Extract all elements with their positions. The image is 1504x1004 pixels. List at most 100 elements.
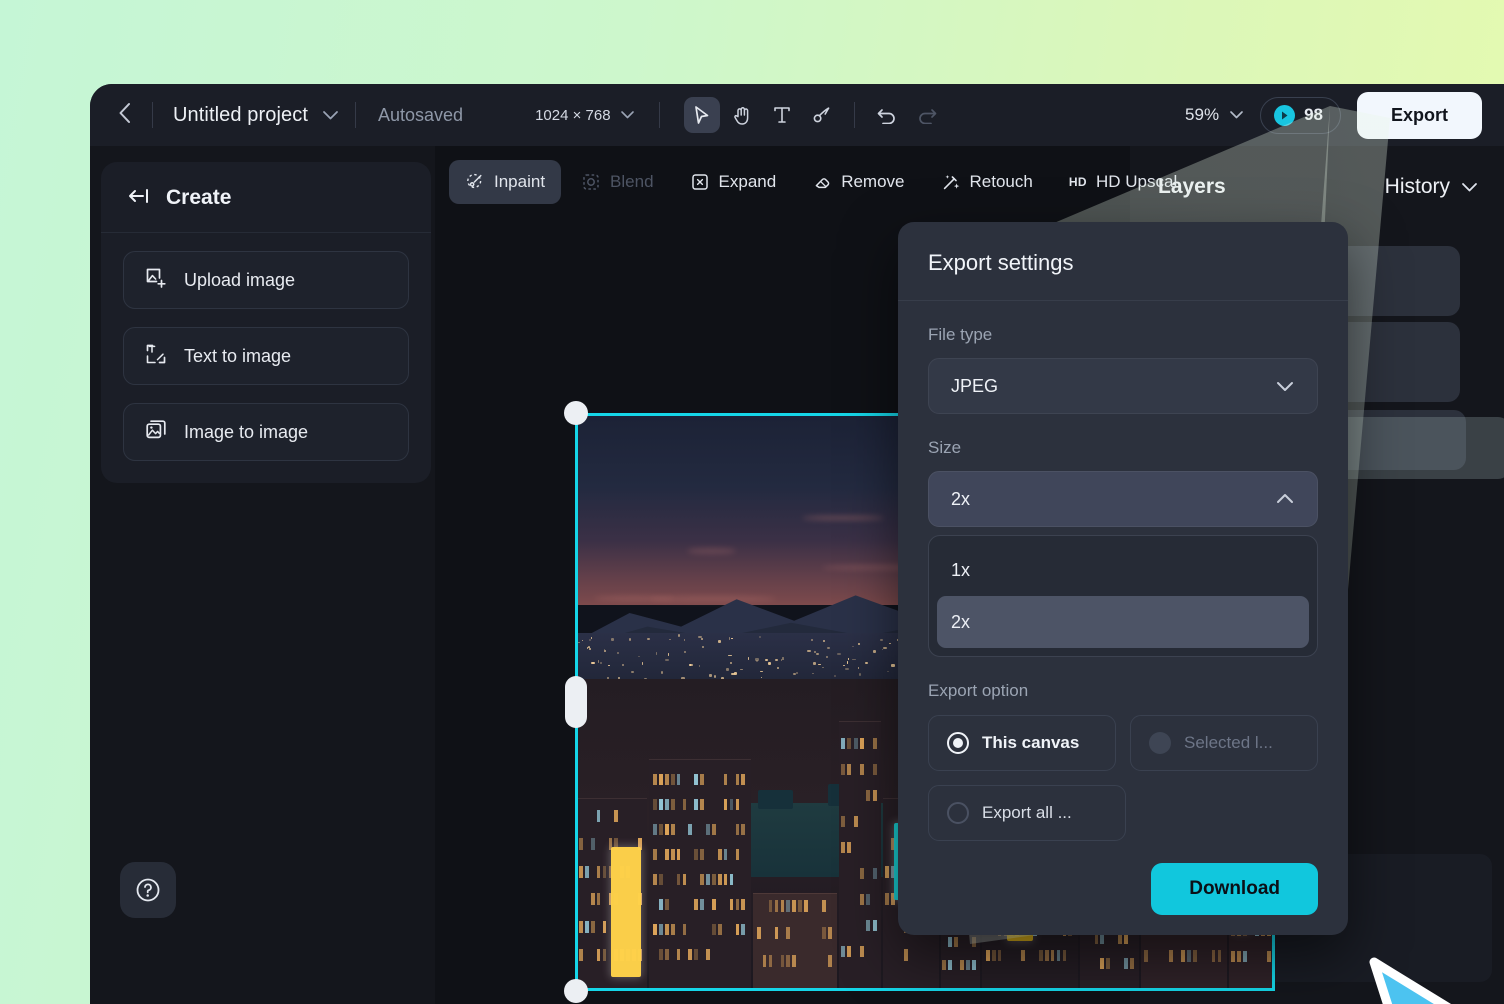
lit-window xyxy=(741,924,746,935)
sidebar-item-upload-image[interactable]: Upload image xyxy=(123,251,409,309)
lit-window xyxy=(1168,950,1173,963)
resize-handle-top-left[interactable] xyxy=(564,401,588,425)
resize-handle-bottom-left[interactable] xyxy=(564,979,588,1003)
text-t-icon xyxy=(773,107,790,123)
lit-window xyxy=(904,948,909,961)
chevron-down-icon xyxy=(1277,382,1293,391)
lit-window xyxy=(786,899,791,912)
distant-light xyxy=(629,638,631,642)
distant-light xyxy=(822,640,826,642)
lit-window xyxy=(711,924,716,935)
download-button[interactable]: Download xyxy=(1151,863,1318,915)
lit-window xyxy=(768,954,773,967)
distant-light xyxy=(591,662,596,665)
undo-button[interactable] xyxy=(869,97,905,133)
sidebar-item-label: Text to image xyxy=(184,345,292,366)
back-button[interactable] xyxy=(102,93,146,137)
lit-window xyxy=(602,948,607,961)
lit-window xyxy=(762,954,767,967)
lit-window xyxy=(585,921,589,934)
lit-window xyxy=(711,823,716,835)
text-tool-button[interactable] xyxy=(764,97,800,133)
size-option-2x[interactable]: 2x xyxy=(937,596,1309,648)
lit-window xyxy=(596,865,601,878)
export-option-row-1: This canvas Selected l... xyxy=(898,701,1348,771)
lit-window xyxy=(664,773,669,785)
distant-light xyxy=(708,673,712,677)
lit-window xyxy=(664,899,669,910)
export-button[interactable]: Export xyxy=(1356,91,1482,139)
lit-window xyxy=(735,823,740,835)
collapse-left-icon[interactable] xyxy=(127,187,151,210)
brush-tool-button[interactable] xyxy=(804,97,840,133)
chevron-down-icon xyxy=(323,110,338,119)
lit-window xyxy=(786,954,791,967)
size-value: 2x xyxy=(951,488,971,509)
export-option-export-all[interactable]: Export all ... xyxy=(928,785,1126,841)
tab-retouch[interactable]: Retouch xyxy=(925,160,1049,204)
lit-window xyxy=(664,823,669,835)
tab-label: Blend xyxy=(610,172,654,191)
lit-window xyxy=(853,737,858,750)
lit-window xyxy=(1267,950,1272,963)
lit-window xyxy=(653,798,657,810)
hand-tool-button[interactable] xyxy=(724,97,760,133)
lit-window xyxy=(997,950,1002,961)
header-divider-1 xyxy=(152,102,153,128)
lit-window xyxy=(676,874,681,885)
lit-window xyxy=(847,841,852,854)
lit-window xyxy=(590,921,595,934)
lit-window xyxy=(670,798,675,810)
lit-window xyxy=(682,798,687,810)
lit-window xyxy=(954,936,959,947)
lit-window xyxy=(1211,950,1216,963)
project-menu-button[interactable] xyxy=(322,110,339,121)
lit-window xyxy=(596,948,601,961)
lit-window xyxy=(700,874,704,885)
lit-window xyxy=(827,927,832,940)
size-option-1x[interactable]: 1x xyxy=(937,544,1309,596)
tab-hd-upscale[interactable]: HD HD Upscal xyxy=(1053,160,1193,204)
tab-expand[interactable]: Expand xyxy=(674,160,793,204)
lit-window xyxy=(676,949,681,961)
lit-window xyxy=(676,848,681,860)
distant-light xyxy=(816,652,819,655)
zoom-level-selector[interactable]: 59% xyxy=(1185,105,1244,125)
building xyxy=(578,797,648,988)
redo-button[interactable] xyxy=(909,97,945,133)
lit-window xyxy=(659,798,663,810)
lit-window xyxy=(723,773,728,785)
lit-window xyxy=(706,874,710,885)
size-select[interactable]: 2x xyxy=(928,471,1318,527)
sidebar-item-text-to-image[interactable]: Text to image xyxy=(123,327,409,385)
export-option-selected-layer: Selected l... xyxy=(1130,715,1318,771)
file-type-select[interactable]: JPEG xyxy=(928,358,1318,414)
distant-light xyxy=(847,658,850,661)
lit-window xyxy=(985,950,990,961)
lit-window xyxy=(768,899,773,912)
lit-window xyxy=(866,893,871,906)
distant-light xyxy=(661,671,663,674)
lit-window xyxy=(694,949,699,961)
credits-badge[interactable]: 98 xyxy=(1260,96,1341,134)
resize-handle-middle-left[interactable] xyxy=(565,676,587,728)
lit-window xyxy=(859,893,864,906)
chevron-down-icon xyxy=(1230,111,1243,119)
distant-light xyxy=(843,665,846,667)
lit-window xyxy=(682,924,687,935)
tab-inpaint[interactable]: Inpaint xyxy=(449,160,562,204)
tab-remove[interactable]: Remove xyxy=(796,160,920,204)
building xyxy=(839,720,881,988)
help-button[interactable] xyxy=(120,862,176,918)
lit-window xyxy=(596,893,601,906)
tab-history[interactable]: History xyxy=(1385,175,1478,199)
select-tool-button[interactable] xyxy=(683,97,720,133)
export-option-this-canvas[interactable]: This canvas xyxy=(928,715,1116,771)
distant-light xyxy=(630,670,635,673)
distant-light xyxy=(641,662,644,665)
lit-window xyxy=(972,959,977,970)
lit-window xyxy=(741,899,746,910)
sidebar-item-image-to-image[interactable]: Image to image xyxy=(123,403,409,461)
canvas-size-selector[interactable]: 1024 × 768 xyxy=(535,107,635,124)
distant-light xyxy=(665,658,669,661)
